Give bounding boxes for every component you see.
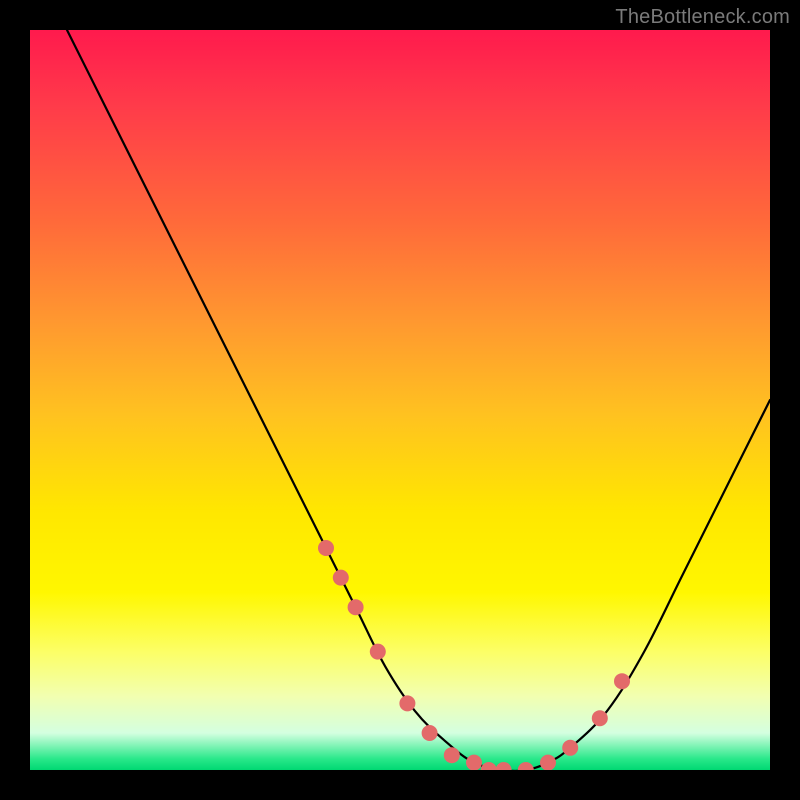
marker-dot [466,755,482,770]
marker-dot [318,540,334,556]
marker-dot [370,644,386,660]
chart-frame: TheBottleneck.com [0,0,800,800]
marker-dot [518,762,534,770]
marker-dot [562,740,578,756]
watermark-text: TheBottleneck.com [615,6,790,29]
chart-svg [30,30,770,770]
marker-dot [540,755,556,770]
marker-dot [422,725,438,741]
marker-dot [592,710,608,726]
marker-dot [481,762,497,770]
marker-dot [348,599,364,615]
marker-dot [614,673,630,689]
marker-dot [496,762,512,770]
bottleneck-curve-path [67,30,770,770]
marker-dot [399,695,415,711]
marker-dot [444,747,460,763]
marker-dot [333,570,349,586]
plot-area [30,30,770,770]
